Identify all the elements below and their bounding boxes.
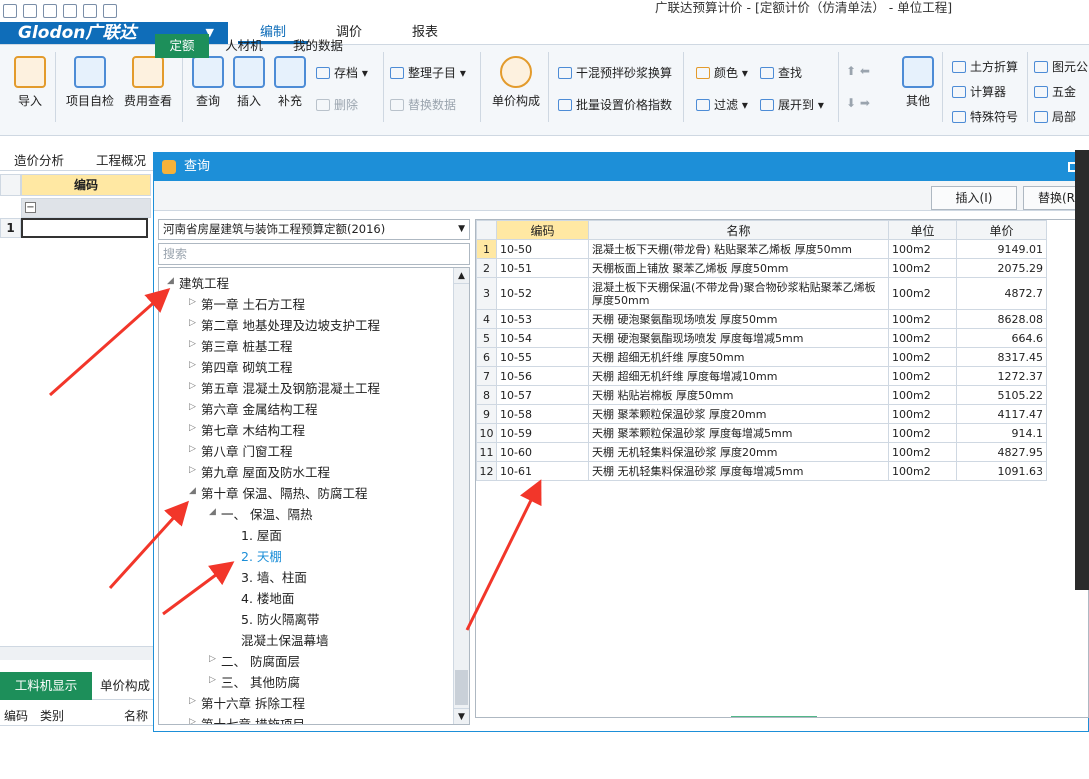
arrow-2 [108,500,190,590]
arrow-3 [162,561,235,616]
annotation-arrows [49,288,542,631]
arrow-1 [49,288,171,397]
arrow-4 [465,479,542,631]
